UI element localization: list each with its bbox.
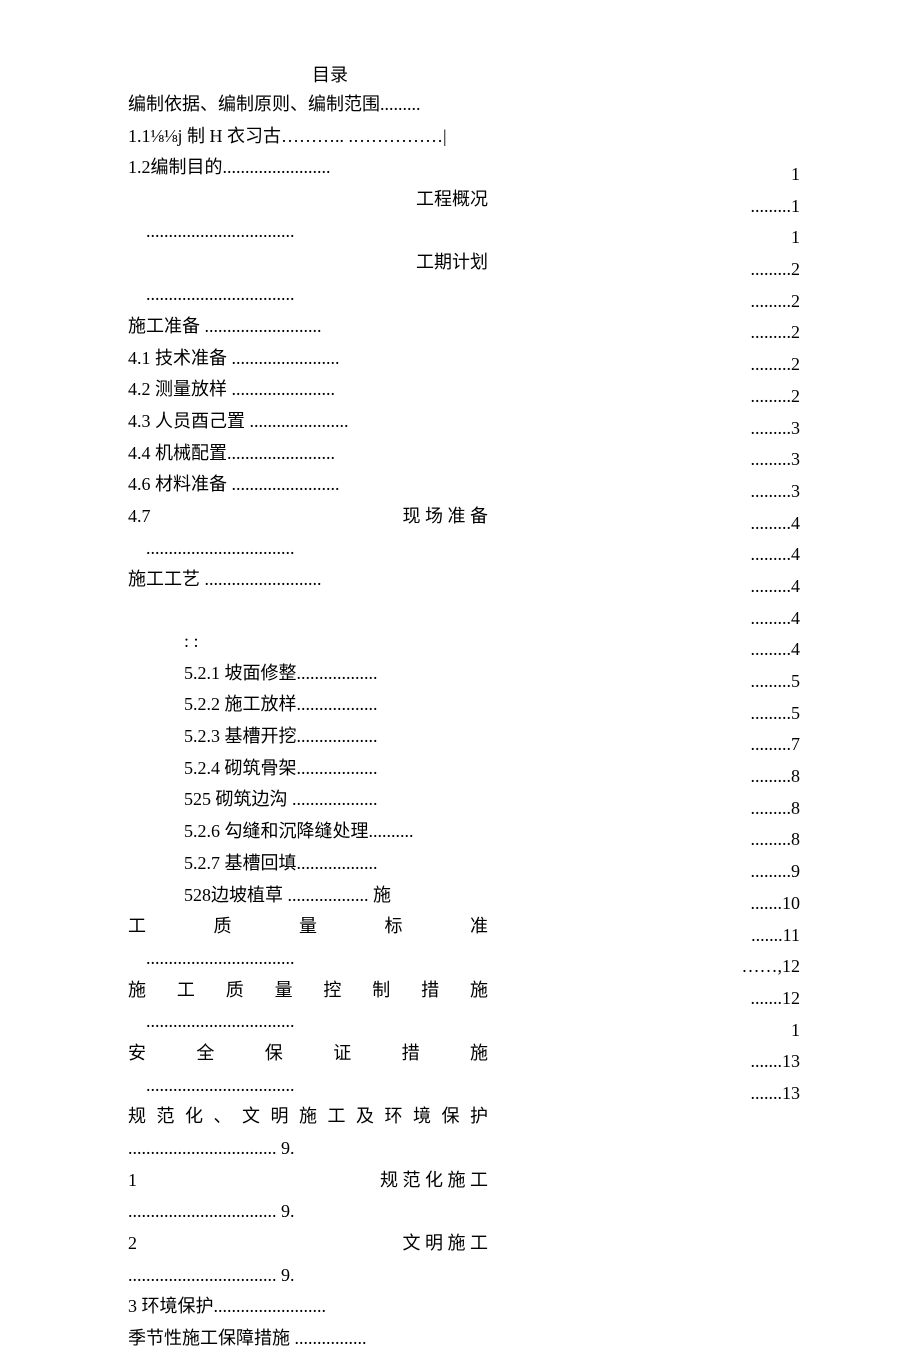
- toc-entry: 工程概况: [128, 185, 488, 215]
- toc-entry-num: 2: [128, 1233, 137, 1253]
- toc-entry: 525 砌筑边沟 ...................: [128, 785, 488, 815]
- toc-dots: .................................: [128, 1071, 488, 1101]
- page-number: .........4: [700, 540, 800, 570]
- toc-entry-text: 现 场 准 备: [403, 502, 489, 532]
- toc-entry: 5.2.7 基槽回填..................: [128, 849, 488, 879]
- page-number: .........8: [700, 794, 800, 824]
- toc-entry: 3 环境保护.........................: [128, 1292, 488, 1322]
- toc-right-column: 1 .........1 1 .........2 .........2 ...…: [700, 160, 800, 1111]
- page-number: .........2: [700, 382, 800, 412]
- toc-entry: 规 范 化 、 文 明 施 工 及 环 境 保 护: [128, 1102, 488, 1132]
- toc-entry: 施 工 质 量 控 制 措 施: [128, 976, 488, 1006]
- toc-entry: 1.2编制目的........................: [128, 153, 488, 183]
- toc-entry-text: 规 范 化 施 工: [380, 1166, 488, 1196]
- page-number: .........7: [700, 730, 800, 760]
- toc-entry: 编制依据、编制原则、编制范围.........: [128, 90, 488, 120]
- toc-entry-num: 4.7: [128, 506, 151, 526]
- toc-entry: ................................. 9.: [128, 1134, 488, 1164]
- toc-title: 目录: [180, 60, 480, 91]
- page-number: .......13: [700, 1047, 800, 1077]
- page-number: .......11: [700, 921, 800, 951]
- toc-entry: 工 质 量 标 准: [128, 912, 488, 942]
- page-number: .........2: [700, 287, 800, 317]
- toc-entry: 4.2 测量放样 .......................: [128, 375, 488, 405]
- toc-entry: 1 规 范 化 施 工: [128, 1166, 488, 1196]
- toc-entry: 5.2.6 勾缝和沉降缝处理..........: [128, 817, 488, 847]
- spacer: [128, 597, 488, 627]
- toc-entry-num: 1: [128, 1170, 137, 1190]
- toc-entry: 季节性施工保障措施 ................: [128, 1324, 488, 1354]
- toc-entry: 工期计划: [128, 248, 488, 278]
- toc-left-column: 编制依据、编制原则、编制范围......... 1.1⅛⅛j 制 H 衣习古………: [128, 90, 488, 1356]
- page-number: .........8: [700, 825, 800, 855]
- toc-entry: 4.4 机械配置........................: [128, 439, 488, 469]
- page-number: .........8: [700, 762, 800, 792]
- page-container: 目录 编制依据、编制原则、编制范围......... 1.1⅛⅛j 制 H 衣习…: [0, 60, 920, 1242]
- toc-entry: : :: [128, 627, 488, 657]
- toc-entry: 5.2.2 施工放样..................: [128, 690, 488, 720]
- toc-dots: .................................: [128, 534, 488, 564]
- page-number: .........2: [700, 350, 800, 380]
- page-number: .........9: [700, 857, 800, 887]
- toc-entry: 安 全 保 证 措 施: [128, 1039, 488, 1069]
- page-number: .......10: [700, 889, 800, 919]
- page-number: ……,12: [700, 952, 800, 982]
- toc-dots: .................................: [128, 1007, 488, 1037]
- page-number: .........5: [700, 667, 800, 697]
- toc-dots: .................................: [128, 944, 488, 974]
- page-number: 1: [700, 223, 800, 253]
- page-number: .........3: [700, 414, 800, 444]
- page-number: .........4: [700, 509, 800, 539]
- page-number: .......13: [700, 1079, 800, 1109]
- toc-entry: 4.6 材料准备 ........................: [128, 470, 488, 500]
- page-number: .........3: [700, 445, 800, 475]
- page-number: 1: [700, 1016, 800, 1046]
- toc-entry: ................................. 9.: [128, 1261, 488, 1291]
- toc-dots: .................................: [128, 217, 488, 247]
- toc-entry: 4.3 人员酉己置 ......................: [128, 407, 488, 437]
- page-number: .........1: [700, 192, 800, 222]
- page-number: .........2: [700, 255, 800, 285]
- page-number: .........3: [700, 477, 800, 507]
- toc-entry: 施工准备 ..........................: [128, 312, 488, 342]
- toc-entry: 2 文 明 施 工: [128, 1229, 488, 1259]
- toc-entry: 528边坡植草 .................. 施: [128, 881, 488, 911]
- toc-entry: 施工工艺 ..........................: [128, 565, 488, 595]
- page-number: .........4: [700, 572, 800, 602]
- page-number: .........4: [700, 635, 800, 665]
- page-number: .........5: [700, 699, 800, 729]
- toc-entry: 5.2.1 坡面修整..................: [128, 659, 488, 689]
- toc-entry: ................................. 9.: [128, 1197, 488, 1227]
- page-number: .........4: [700, 604, 800, 634]
- toc-entry: 4.7 现 场 准 备: [128, 502, 488, 532]
- toc-entry-text: 文 明 施 工: [403, 1229, 489, 1259]
- page-number: .........2: [700, 318, 800, 348]
- page-number: 1: [700, 160, 800, 190]
- toc-entry: 4.1 技术准备 ........................: [128, 344, 488, 374]
- toc-entry: 5.2.4 砌筑骨架..................: [128, 754, 488, 784]
- page-number: .......12: [700, 984, 800, 1014]
- toc-entry: 5.2.3 基槽开挖..................: [128, 722, 488, 752]
- toc-dots: .................................: [128, 280, 488, 310]
- toc-entry: 1.1⅛⅛j 制 H 衣习古……….. .……………|: [128, 122, 488, 152]
